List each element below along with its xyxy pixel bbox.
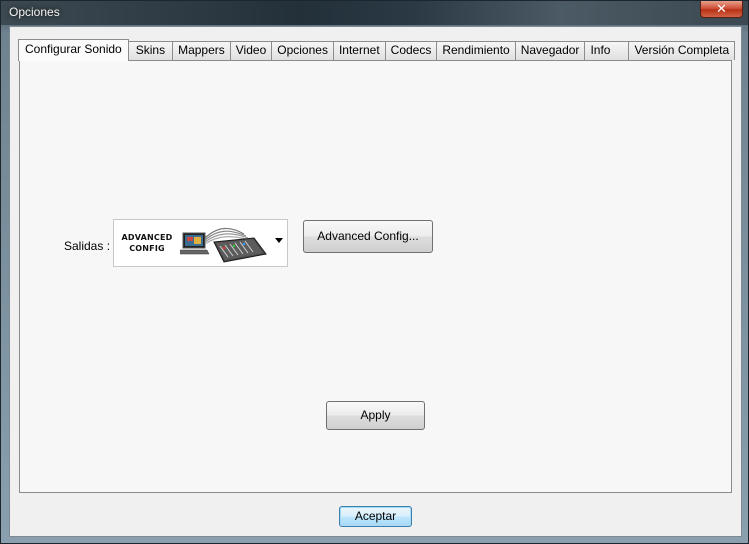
tab-mappers[interactable]: Mappers [172, 41, 231, 60]
tab-version-completa[interactable]: Versión Completa [628, 41, 736, 60]
tab-info[interactable]: Info [584, 41, 630, 60]
outputs-value-line2: CONFIG [129, 244, 165, 253]
outputs-selected-value: ADVANCED CONFIG [120, 232, 174, 254]
apply-button[interactable]: Apply [326, 401, 425, 430]
window-title: Opciones [9, 5, 60, 19]
outputs-value-line1: ADVANCED [121, 233, 173, 242]
options-dialog: Opciones ✕ Configurar Sonido Skins Mappe… [0, 0, 749, 544]
advanced-config-button[interactable]: Advanced Config... [303, 220, 433, 253]
tab-opciones[interactable]: Opciones [271, 41, 334, 60]
tab-skins[interactable]: Skins [127, 41, 174, 60]
tab-configurar-sonido[interactable]: Configurar Sonido [18, 39, 129, 61]
laptop-mixer-icon [180, 227, 267, 263]
dialog-client-area: Configurar Sonido Skins Mappers Video Op… [9, 26, 742, 537]
tab-strip: Configurar Sonido Skins Mappers Video Op… [18, 39, 736, 61]
dropdown-arrow-icon[interactable] [275, 238, 283, 243]
title-bar[interactable]: Opciones ✕ [1, 1, 748, 25]
tab-codecs[interactable]: Codecs [384, 41, 438, 60]
close-button[interactable]: ✕ [700, 1, 743, 18]
tab-internet[interactable]: Internet [332, 41, 386, 60]
outputs-label: Salidas : [64, 239, 111, 253]
tab-rendimiento[interactable]: Rendimiento [436, 41, 516, 60]
accept-button[interactable]: Aceptar [339, 506, 412, 527]
tab-video[interactable]: Video [229, 41, 273, 60]
outputs-dropdown[interactable]: ADVANCED CONFIG [113, 219, 288, 267]
sound-settings-panel: Salidas : ADVANCED CONFIG Advanced Confi… [19, 60, 732, 493]
tab-navegador[interactable]: Navegador [514, 41, 586, 60]
